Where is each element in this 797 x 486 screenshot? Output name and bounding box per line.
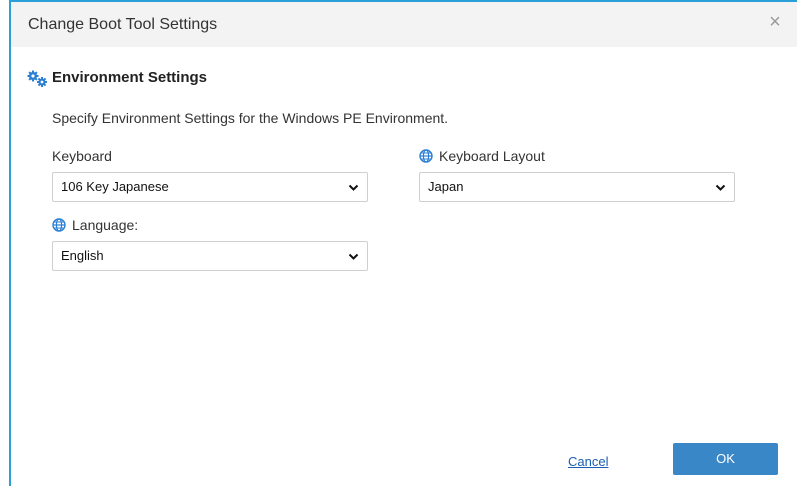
- gears-icon: [27, 70, 47, 87]
- keyboard-label: Keyboard: [52, 148, 112, 164]
- dialog-title: Change Boot Tool Settings: [28, 16, 218, 33]
- keyboard-layout-label-text: Keyboard Layout: [439, 148, 545, 164]
- keyboard-select[interactable]: 106 Key Japanese: [52, 172, 368, 202]
- language-select-value: English: [61, 248, 104, 263]
- chevron-down-icon: [348, 184, 359, 191]
- keyboard-layout-select-value: Japan: [428, 179, 464, 194]
- chevron-down-icon: [715, 184, 726, 191]
- close-icon[interactable]: ×: [765, 12, 785, 32]
- globe-icon: [52, 218, 66, 232]
- chevron-down-icon: [348, 253, 359, 260]
- language-select[interactable]: English: [52, 241, 368, 271]
- keyboard-layout-select[interactable]: Japan: [419, 172, 735, 202]
- dialog-header: Change Boot Tool Settings ×: [11, 2, 797, 47]
- cancel-button[interactable]: Cancel: [568, 454, 608, 469]
- keyboard-label-text: Keyboard: [52, 148, 112, 164]
- section-description: Specify Environment Settings for the Win…: [52, 110, 449, 126]
- section-title: Environment Settings: [52, 69, 208, 86]
- language-label: Language:: [52, 217, 138, 233]
- change-boot-tool-settings-dialog: Change Boot Tool Settings × Environment …: [9, 0, 797, 486]
- globe-icon: [419, 149, 433, 163]
- ok-button[interactable]: OK: [673, 443, 778, 475]
- language-label-text: Language:: [72, 217, 139, 233]
- keyboard-select-value: 106 Key Japanese: [61, 179, 169, 194]
- keyboard-layout-label: Keyboard Layout: [419, 148, 545, 164]
